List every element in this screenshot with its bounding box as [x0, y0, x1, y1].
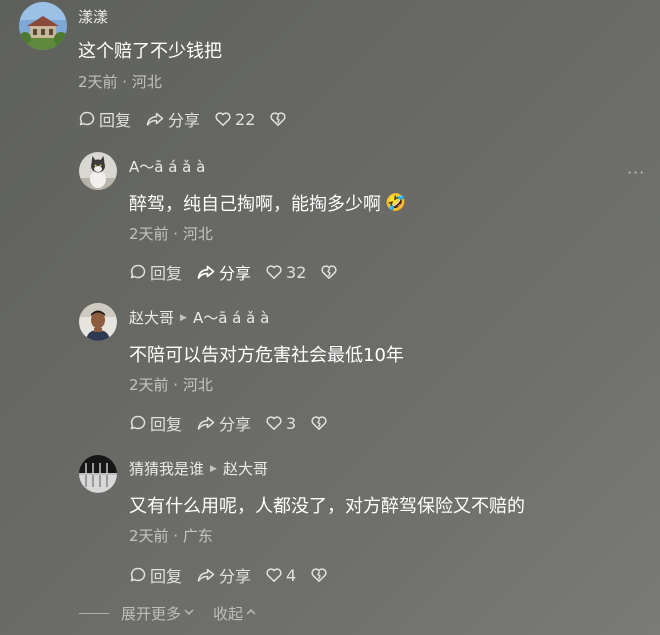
- replies-footer: 展开更多 收起: [79, 603, 257, 624]
- avatar[interactable]: [19, 2, 67, 50]
- reply-to-username[interactable]: 赵大哥: [223, 458, 268, 479]
- reply-label: 回复: [150, 415, 183, 434]
- broken-heart-icon: [310, 566, 328, 584]
- comment-actions: 回复 分享 32: [129, 260, 352, 284]
- broken-heart-icon: [310, 414, 328, 432]
- username-text[interactable]: 赵大哥: [129, 307, 174, 328]
- share-label: 分享: [168, 111, 201, 130]
- like-button[interactable]: 32: [265, 263, 306, 282]
- share-arrow-icon: [145, 110, 165, 128]
- share-button[interactable]: 分享: [145, 107, 200, 131]
- reply-button[interactable]: 回复: [129, 260, 182, 284]
- comment-meta: 2天前 · 广东: [129, 527, 213, 545]
- comment-text: 醉驾，纯自己掏啊，能掏多少啊 🤣: [129, 190, 406, 216]
- reply-button[interactable]: 回复: [129, 411, 182, 435]
- triangle-right-icon: ▶: [210, 463, 217, 474]
- comment-actions: 回复 分享 4: [129, 563, 342, 587]
- reply-label: 回复: [150, 567, 183, 586]
- avatar[interactable]: [79, 455, 117, 493]
- comment-text: 这个赔了不少钱把: [78, 37, 222, 63]
- comment-meta: 2天前 · 河北: [129, 225, 213, 243]
- like-count: 4: [286, 565, 297, 585]
- comment-text: 又有什么用呢，人都没了，对方醉驾保险又不赔的: [129, 492, 525, 518]
- heart-icon: [265, 566, 283, 584]
- like-count: 22: [235, 109, 256, 129]
- like-count: 32: [286, 262, 307, 282]
- avatar[interactable]: [79, 152, 117, 190]
- expand-more-label: 展开更多: [121, 605, 182, 623]
- triangle-right-icon: ▶: [180, 312, 187, 323]
- comment-meta: 2天前 · 河北: [78, 73, 162, 91]
- comment-username[interactable]: 猜猜我是谁 ▶ 赵大哥: [129, 458, 268, 479]
- dislike-button[interactable]: [310, 414, 328, 432]
- comment-text: 不陪可以告对方危害社会最低10年: [129, 341, 404, 367]
- share-arrow-icon: [196, 566, 216, 584]
- dislike-button[interactable]: [310, 566, 328, 584]
- reply-label: 回复: [99, 111, 132, 130]
- expand-more-button[interactable]: 展开更多: [121, 603, 195, 624]
- comment-text-content: 又有什么用呢，人都没了，对方醉驾保险又不赔的: [129, 496, 525, 517]
- comment-actions: 回复 分享 22: [78, 107, 301, 131]
- reply-button[interactable]: 回复: [78, 107, 131, 131]
- comment-meta: 2天前 · 河北: [129, 376, 213, 394]
- heart-icon: [265, 414, 283, 432]
- reply-button[interactable]: 回复: [129, 563, 182, 587]
- comment-text-content: 不陪可以告对方危害社会最低10年: [129, 345, 404, 366]
- dislike-button[interactable]: [269, 110, 287, 128]
- comment-username[interactable]: 漾漾: [78, 6, 108, 27]
- like-button[interactable]: 3: [265, 414, 296, 433]
- laughing-emoji-icon: 🤣: [385, 193, 407, 213]
- username-text[interactable]: A～ā á ǎ à: [129, 156, 205, 177]
- username-text[interactable]: 漾漾: [78, 6, 108, 27]
- username-text[interactable]: 猜猜我是谁: [129, 458, 204, 479]
- chevron-up-icon: [245, 607, 257, 620]
- broken-heart-icon: [320, 263, 338, 281]
- like-count: 3: [286, 413, 297, 433]
- chevron-down-icon: [183, 607, 195, 620]
- comment-bubble-icon: [78, 110, 96, 128]
- share-label: 分享: [219, 264, 252, 283]
- collapse-label: 收起: [213, 605, 244, 623]
- comment-actions: 回复 分享 3: [129, 411, 342, 435]
- like-button[interactable]: 22: [214, 110, 255, 129]
- like-button[interactable]: 4: [265, 566, 296, 585]
- comment-bubble-icon: [129, 263, 147, 281]
- avatar[interactable]: [79, 303, 117, 341]
- share-label: 分享: [219, 567, 252, 586]
- comment-text-content: 醉驾，纯自己掏啊，能掏多少啊: [129, 194, 381, 215]
- comment-username[interactable]: A～ā á ǎ à: [129, 156, 205, 177]
- divider: [79, 613, 109, 614]
- comment-bubble-icon: [129, 566, 147, 584]
- share-label: 分享: [219, 415, 252, 434]
- more-options-button[interactable]: ···: [627, 163, 645, 182]
- reply-to-username[interactable]: A～ā á ǎ à: [193, 307, 269, 328]
- dislike-button[interactable]: [320, 263, 338, 281]
- comment-text-content: 这个赔了不少钱把: [78, 41, 222, 62]
- share-button[interactable]: 分享: [196, 411, 251, 435]
- broken-heart-icon: [269, 110, 287, 128]
- heart-icon: [214, 110, 232, 128]
- share-button[interactable]: 分享: [196, 563, 251, 587]
- heart-icon: [265, 263, 283, 281]
- share-arrow-icon: [196, 414, 216, 432]
- collapse-button[interactable]: 收起: [213, 603, 257, 624]
- share-arrow-icon: [196, 263, 216, 281]
- comment-bubble-icon: [129, 414, 147, 432]
- comment-username[interactable]: 赵大哥 ▶ A～ā á ǎ à: [129, 307, 269, 328]
- reply-label: 回复: [150, 264, 183, 283]
- share-button[interactable]: 分享: [196, 260, 251, 284]
